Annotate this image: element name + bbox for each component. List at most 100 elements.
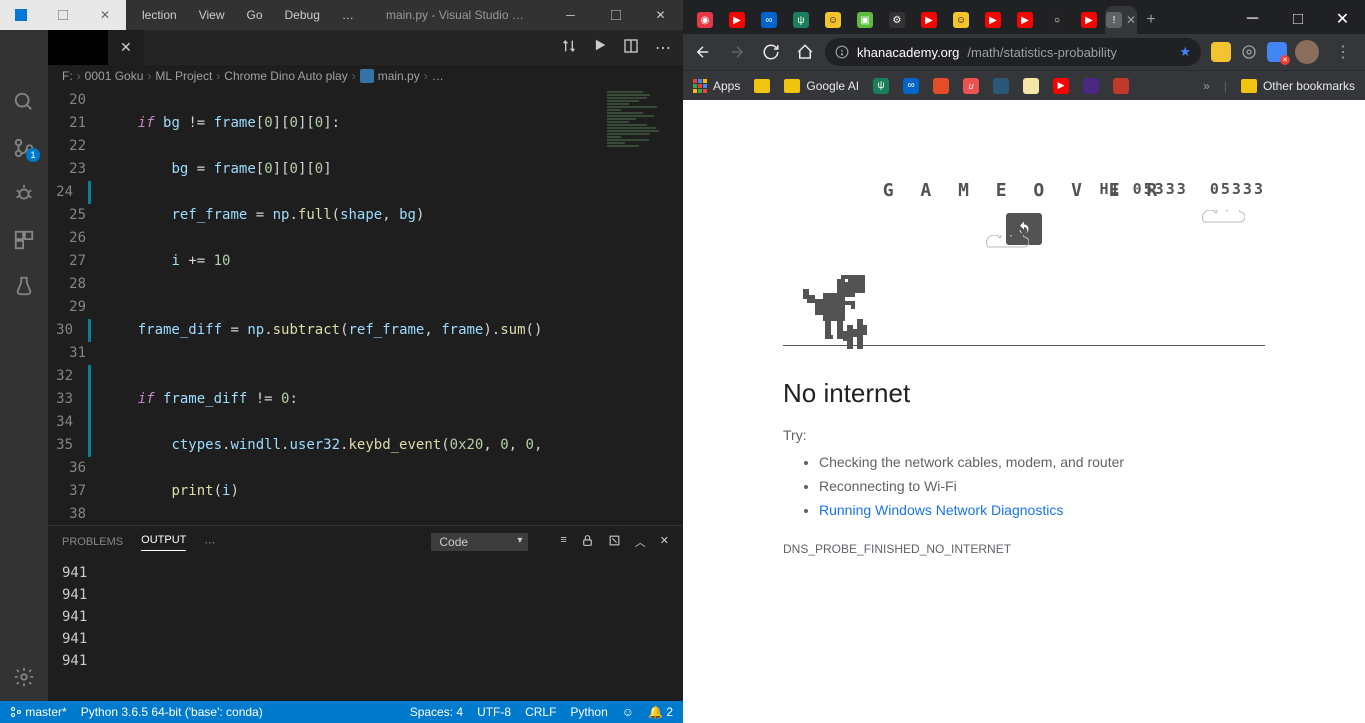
- search-icon[interactable]: [12, 90, 36, 114]
- maximize-button[interactable]: [1275, 4, 1320, 34]
- extension-icon[interactable]: [1211, 42, 1231, 62]
- browser-tab[interactable]: ☺: [945, 6, 977, 34]
- unknown-control-1[interactable]: [0, 0, 42, 30]
- browser-tab[interactable]: ▶: [721, 6, 753, 34]
- menu-go[interactable]: Go: [238, 4, 270, 26]
- minimize-button[interactable]: ─: [1230, 4, 1275, 34]
- bookmark-item[interactable]: ψ: [873, 78, 889, 94]
- breadcrumb-item[interactable]: Chrome Dino Auto play: [224, 69, 347, 83]
- network-diagnostics-link[interactable]: Running Windows Network Diagnostics: [819, 502, 1063, 518]
- site-info-icon[interactable]: [835, 45, 849, 59]
- browser-tab[interactable]: ▶: [977, 6, 1009, 34]
- run-icon[interactable]: [593, 38, 607, 58]
- panel-wordwrap-icon[interactable]: ≡: [560, 534, 566, 550]
- debug-icon[interactable]: [12, 182, 36, 206]
- unknown-control-3[interactable]: ✕: [84, 0, 126, 30]
- profile-avatar[interactable]: [1295, 40, 1319, 64]
- status-language[interactable]: Python: [570, 705, 607, 719]
- code-content[interactable]: if bg != frame[0][0][0]: bg = frame[0][0…: [104, 87, 683, 525]
- browser-tab[interactable]: ☺: [817, 6, 849, 34]
- menu-view[interactable]: View: [191, 4, 233, 26]
- panel-tab-output[interactable]: OUTPUT: [141, 534, 186, 551]
- panel-tabs-more[interactable]: ⋯: [204, 536, 215, 549]
- extension-icon[interactable]: [1239, 42, 1259, 62]
- bookmark-apps[interactable]: Apps: [693, 79, 740, 93]
- status-notifications[interactable]: 🔔 2: [648, 705, 673, 719]
- address-bar[interactable]: khanacademy.org/math/statistics-probabil…: [825, 38, 1201, 66]
- breadcrumb-item[interactable]: F:: [62, 69, 73, 83]
- menu-debug[interactable]: Debug: [277, 4, 328, 26]
- tab-close-icon[interactable]: ✕: [1126, 13, 1136, 27]
- other-bookmarks[interactable]: Other bookmarks: [1241, 79, 1355, 93]
- browser-tab[interactable]: ▶: [1009, 6, 1041, 34]
- menu-more[interactable]: …: [334, 4, 362, 26]
- chrome-menu-icon[interactable]: ⋮: [1327, 42, 1359, 62]
- minimize-button[interactable]: ─: [548, 0, 593, 30]
- close-button[interactable]: ✕: [1320, 4, 1365, 34]
- maximize-button[interactable]: [593, 0, 638, 30]
- bookmark-star-icon[interactable]: ★: [1179, 44, 1191, 60]
- status-spaces[interactable]: Spaces: 4: [410, 705, 463, 719]
- browser-tab[interactable]: ▶: [913, 6, 945, 34]
- breadcrumb-item[interactable]: ML Project: [155, 69, 212, 83]
- minimap[interactable]: [603, 87, 683, 525]
- bookmark-folder[interactable]: [754, 79, 770, 93]
- output-channel-select[interactable]: Code: [431, 533, 528, 551]
- test-icon[interactable]: [12, 274, 36, 298]
- source-control-icon[interactable]: 1: [12, 136, 36, 160]
- back-button[interactable]: [689, 38, 717, 66]
- extension-icon[interactable]: ✕: [1267, 42, 1287, 62]
- breadcrumb[interactable]: F:› 0001 Goku› ML Project› Chrome Dino A…: [48, 65, 683, 87]
- status-python[interactable]: Python 3.6.5 64-bit ('base': conda): [81, 705, 263, 719]
- reload-button[interactable]: [757, 38, 785, 66]
- dino-game-area[interactable]: HI 05333 05333 G A M E O V E R: [783, 180, 1265, 360]
- new-tab-button[interactable]: +: [1137, 6, 1165, 34]
- panel-close-icon[interactable]: ✕: [660, 534, 669, 550]
- panel-clear-icon[interactable]: [608, 534, 621, 550]
- browser-tab[interactable]: ▶: [1073, 6, 1105, 34]
- tab-close-icon[interactable]: ✕: [120, 39, 132, 56]
- breadcrumb-item[interactable]: …: [432, 69, 444, 83]
- status-encoding[interactable]: UTF-8: [477, 705, 511, 719]
- status-branch[interactable]: master*: [10, 705, 67, 719]
- tab-main-py[interactable]: ✕: [108, 30, 144, 65]
- code-editor[interactable]: 20212223 24252627 28293031 323334 353637…: [48, 87, 683, 525]
- compare-changes-icon[interactable]: [561, 38, 577, 58]
- panel-tab-problems[interactable]: PROBLEMS: [62, 536, 123, 548]
- more-actions-icon[interactable]: ⋯: [655, 38, 671, 58]
- split-editor-icon[interactable]: [623, 38, 639, 58]
- browser-tab[interactable]: ψ: [785, 6, 817, 34]
- extensions-icon[interactable]: [12, 228, 36, 252]
- bookmark-item[interactable]: [1083, 78, 1099, 94]
- forward-button[interactable]: [723, 38, 751, 66]
- panel-lock-icon[interactable]: [581, 534, 594, 550]
- bookmark-item[interactable]: [933, 78, 949, 94]
- panel-collapse-icon[interactable]: ︿: [635, 534, 646, 550]
- browser-tab[interactable]: ⚙: [881, 6, 913, 34]
- bookmark-item[interactable]: u: [963, 78, 979, 94]
- close-button[interactable]: ✕: [638, 0, 683, 30]
- bookmark-google-ai[interactable]: Google AI: [784, 79, 859, 93]
- bookmark-item[interactable]: [1023, 78, 1039, 94]
- menu-selection[interactable]: lection: [134, 4, 185, 26]
- breadcrumb-file[interactable]: main.py: [360, 69, 420, 83]
- bookmark-item[interactable]: [1113, 78, 1129, 94]
- settings-gear-icon[interactable]: [12, 665, 36, 689]
- bookmark-item[interactable]: ∞: [903, 78, 919, 94]
- home-button[interactable]: [791, 38, 819, 66]
- breadcrumb-item[interactable]: 0001 Goku: [85, 69, 144, 83]
- bookmarks-overflow-icon[interactable]: »: [1203, 79, 1210, 93]
- bookmark-item[interactable]: [993, 78, 1009, 94]
- status-eol[interactable]: CRLF: [525, 705, 556, 719]
- bookmark-item[interactable]: ▶: [1053, 78, 1069, 94]
- status-feedback-icon[interactable]: ☺: [622, 705, 634, 719]
- browser-tab[interactable]: ○: [1041, 6, 1073, 34]
- unknown-control-2[interactable]: [42, 0, 84, 30]
- output-content[interactable]: 941 941 941 941 941: [48, 558, 683, 701]
- browser-tab-active[interactable]: !✕: [1105, 6, 1137, 34]
- browser-tab[interactable]: ∞: [753, 6, 785, 34]
- error-list-item: Running Windows Network Diagnostics: [819, 499, 1265, 523]
- browser-tab[interactable]: ▣: [849, 6, 881, 34]
- browser-tab[interactable]: ◉: [689, 6, 721, 34]
- blank-tab-area: [48, 30, 108, 65]
